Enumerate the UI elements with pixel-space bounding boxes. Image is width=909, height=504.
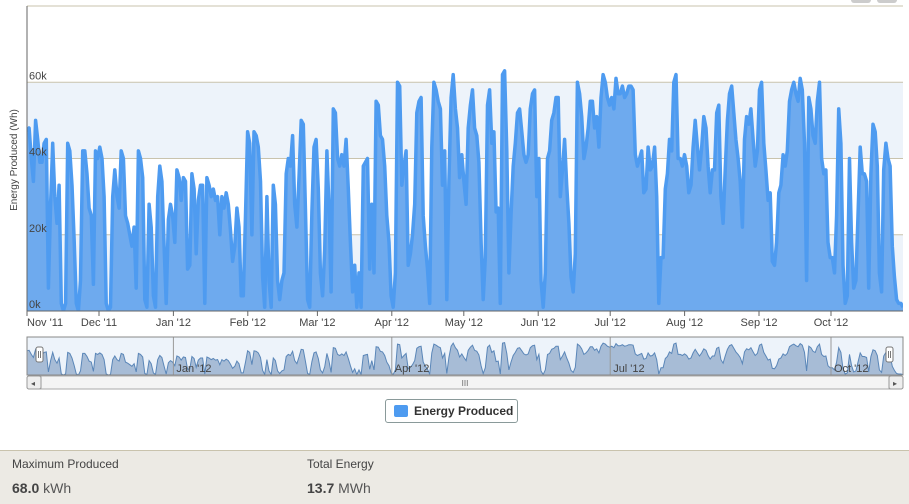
x-tick-label: Aug '12 xyxy=(666,317,703,329)
energy-chart: 0k 20k 40k 60k Nov '11 Dec '11 Jan '12 Feb '12… xyxy=(9,5,904,390)
x-tick-label: May '12 xyxy=(445,317,483,329)
x-tick-label: Jun '12 xyxy=(521,317,556,329)
scrollbar-right-button[interactable]: ▸ xyxy=(888,375,904,390)
stat-number: 13.7 xyxy=(307,480,335,496)
stat-number: 68.0 xyxy=(12,480,40,496)
stat-label: Maximum Produced xyxy=(12,457,119,471)
x-tick-label: Apr '12 xyxy=(375,317,410,329)
x-tick-label: Jan '12 xyxy=(156,317,191,329)
navigator-tick-label: Jul '12 xyxy=(613,363,644,375)
y-tick-label: 60k xyxy=(29,70,47,82)
stat-value: 13.7 MWh xyxy=(307,480,374,496)
plot-band xyxy=(27,82,903,159)
navigator-handle-right[interactable] xyxy=(885,346,894,363)
y-tick-label: 40k xyxy=(29,147,47,159)
stat-unit: kWh xyxy=(43,480,72,496)
scrollbar-grip-icon[interactable]: III xyxy=(462,379,469,388)
arrow-right-icon: ▸ xyxy=(893,379,897,388)
stat-unit: MWh xyxy=(338,480,371,496)
navigator-tick-label: Oct '12 xyxy=(834,363,869,375)
legend-swatch xyxy=(394,405,408,417)
x-tick-label: Dec '11 xyxy=(81,317,117,329)
legend-item-energy-produced[interactable]: Energy Produced xyxy=(385,399,518,423)
navigator-tick-label: Jan '12 xyxy=(176,363,211,375)
x-tick-label: Feb '12 xyxy=(230,317,266,329)
stat-label: Total Energy xyxy=(307,457,374,471)
stat-total-energy: Total Energy 13.7 MWh xyxy=(307,457,374,496)
stat-value: 68.0 kWh xyxy=(12,480,119,496)
x-tick-label: Mar '12 xyxy=(299,317,335,329)
x-tick-label: Oct '12 xyxy=(814,317,849,329)
navigator-handle-left[interactable] xyxy=(35,346,44,363)
legend-label: Energy Produced xyxy=(414,404,514,418)
y-tick-label: 0k xyxy=(29,299,41,311)
scrollbar-left-button[interactable]: ◂ xyxy=(26,375,42,390)
y-tick-label: 20k xyxy=(29,223,47,235)
x-axis-ticks: Nov '11 Dec '11 Jan '12 Feb '12 Mar '12 Apr '… xyxy=(26,311,849,329)
y-axis-title: Energy Produced (Wh) xyxy=(9,109,20,211)
stat-maximum-produced: Maximum Produced 68.0 kWh xyxy=(12,457,119,496)
x-tick-label: Jul '12 xyxy=(594,317,625,329)
x-tick-label: Nov '11 xyxy=(27,317,63,329)
navigator-tick-label: Apr '12 xyxy=(395,363,430,375)
arrow-left-icon: ◂ xyxy=(31,379,35,388)
stats-panel: Maximum Produced 68.0 kWh Total Energy 1… xyxy=(0,450,909,504)
x-tick-label: Sep '12 xyxy=(741,317,778,329)
